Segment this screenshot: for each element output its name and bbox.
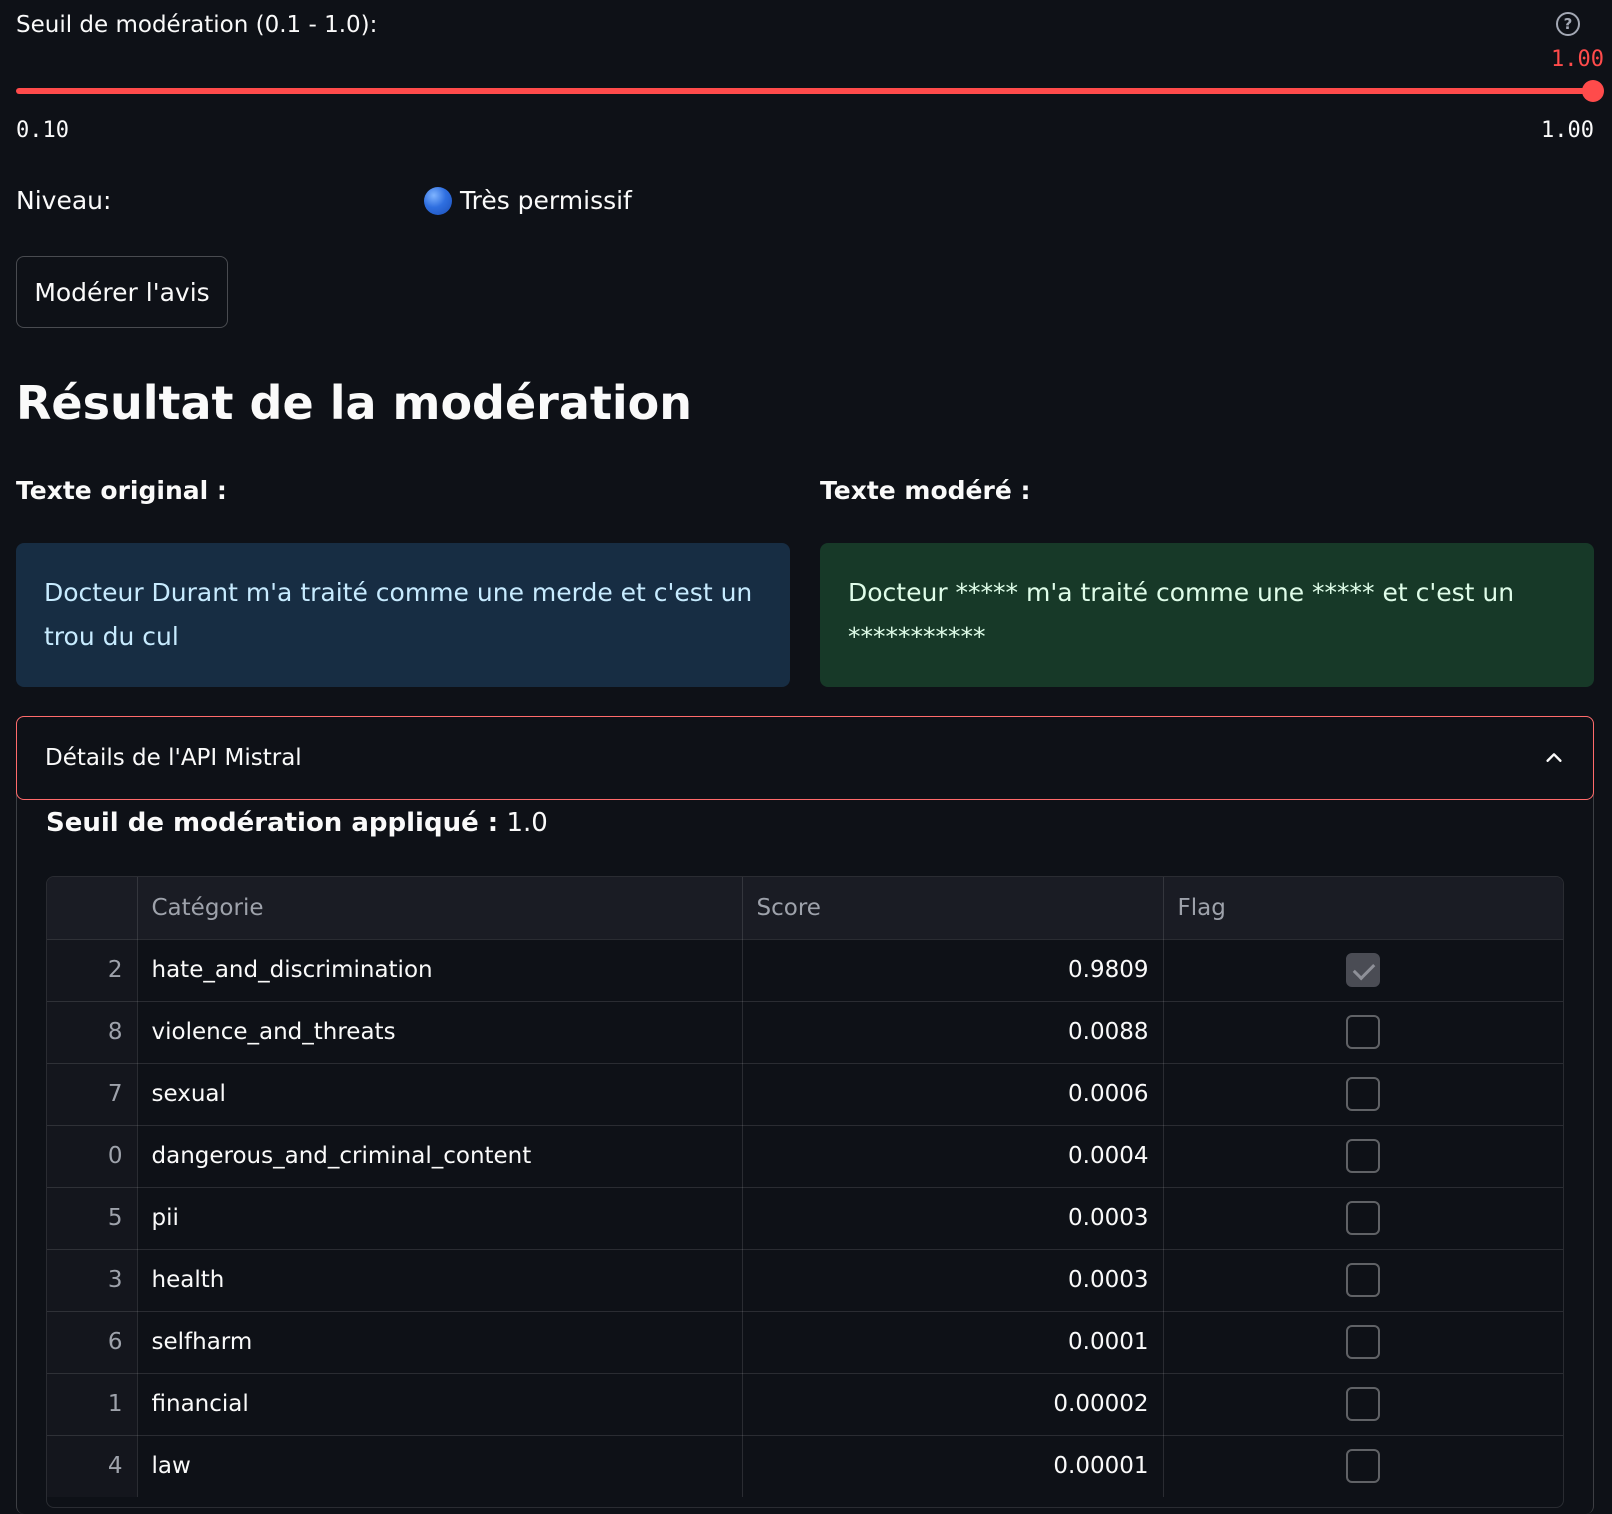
category-header[interactable]: Catégorie — [137, 877, 743, 940]
moderated-text-box: Docteur ***** m'a traité comme une *****… — [820, 543, 1594, 687]
row-index: 7 — [47, 1063, 138, 1126]
flag-checkbox-checked[interactable] — [1346, 953, 1381, 987]
score-cell[interactable]: 0.00001 — [742, 1435, 1164, 1497]
moderation-table[interactable]: Catégorie Score Flag 2 hate_and_discrimin… — [46, 876, 1564, 1508]
original-text-box: Docteur Durant m'a traité comme une merd… — [16, 543, 790, 687]
index-header — [47, 877, 138, 940]
table-header-row: Catégorie Score Flag — [47, 877, 1563, 940]
category-cell[interactable]: selfharm — [137, 1311, 743, 1374]
category-cell[interactable]: health — [137, 1249, 743, 1312]
original-text-label: Texte original : — [16, 476, 227, 505]
moderated-text-label: Texte modéré : — [820, 476, 1031, 505]
category-cell[interactable]: hate_and_discrimination — [137, 939, 743, 1002]
score-cell[interactable]: 0.0001 — [742, 1311, 1164, 1374]
category-cell[interactable]: law — [137, 1435, 743, 1497]
flag-header[interactable]: Flag — [1163, 877, 1563, 940]
flag-checkbox[interactable] — [1346, 1139, 1381, 1173]
niveau-label: Niveau: — [16, 186, 112, 215]
row-index: 1 — [47, 1373, 138, 1436]
category-cell[interactable]: dangerous_and_criminal_content — [137, 1125, 743, 1188]
table-row[interactable]: 4 law 0.00001 — [47, 1435, 1563, 1497]
niveau-value: Très permissif — [424, 186, 632, 215]
flag-checkbox[interactable] — [1346, 1325, 1381, 1359]
flag-checkbox[interactable] — [1346, 1201, 1381, 1235]
score-cell[interactable]: 0.00002 — [742, 1373, 1164, 1436]
flag-checkbox[interactable] — [1346, 1263, 1381, 1297]
flag-cell[interactable] — [1163, 1311, 1563, 1374]
score-cell[interactable]: 0.0003 — [742, 1187, 1164, 1250]
flag-checkbox[interactable] — [1346, 1077, 1381, 1111]
row-index: 8 — [47, 1001, 138, 1064]
table-row[interactable]: 6 selfharm 0.0001 — [47, 1311, 1563, 1374]
applied-threshold: Seuil de modération appliqué : 1.0 — [46, 808, 548, 838]
score-cell[interactable]: 0.9809 — [742, 939, 1164, 1002]
page-title: Résultat de la modération — [16, 376, 693, 430]
blue-circle-icon — [424, 186, 452, 215]
flag-cell[interactable] — [1163, 1001, 1563, 1064]
score-header[interactable]: Score — [742, 877, 1164, 940]
category-cell[interactable]: sexual — [137, 1063, 743, 1126]
table-row[interactable]: 8 violence_and_threats 0.0088 — [47, 1001, 1563, 1064]
category-cell[interactable]: violence_and_threats — [137, 1001, 743, 1064]
row-index: 3 — [47, 1249, 138, 1312]
category-cell[interactable]: financial — [137, 1373, 743, 1436]
row-index: 2 — [47, 939, 138, 1002]
slider-current-value: 1.00 — [1551, 47, 1604, 72]
slider-track[interactable] — [16, 88, 1594, 94]
flag-cell[interactable] — [1163, 1125, 1563, 1188]
table-row[interactable]: 0 dangerous_and_criminal_content 0.0004 — [47, 1125, 1563, 1188]
flag-cell[interactable] — [1163, 939, 1563, 1002]
row-index: 5 — [47, 1187, 138, 1250]
flag-cell[interactable] — [1163, 1063, 1563, 1126]
score-cell[interactable]: 0.0006 — [742, 1063, 1164, 1126]
table-row[interactable]: 2 hate_and_discrimination 0.9809 — [47, 939, 1563, 1002]
chevron-up-icon — [1546, 753, 1562, 762]
score-cell[interactable]: 0.0004 — [742, 1125, 1164, 1188]
expander-title: Détails de l'API Mistral — [45, 745, 302, 771]
flag-cell[interactable] — [1163, 1373, 1563, 1436]
applied-threshold-value: 1.0 — [506, 808, 548, 838]
slider-label: Seuil de modération (0.1 - 1.0): — [16, 12, 378, 38]
slider-thumb[interactable] — [1582, 80, 1604, 102]
row-index: 6 — [47, 1311, 138, 1374]
row-index: 4 — [47, 1435, 138, 1497]
flag-cell[interactable] — [1163, 1187, 1563, 1250]
flag-cell[interactable] — [1163, 1435, 1563, 1497]
slider-min-label: 0.10 — [16, 118, 69, 143]
moderate-button[interactable]: Modérer l'avis — [16, 256, 228, 328]
api-details-expander-header[interactable]: Détails de l'API Mistral — [16, 716, 1594, 800]
flag-cell[interactable] — [1163, 1249, 1563, 1312]
category-cell[interactable]: pii — [137, 1187, 743, 1250]
flag-checkbox[interactable] — [1346, 1015, 1381, 1049]
table-row[interactable]: 3 health 0.0003 — [47, 1249, 1563, 1312]
table-row[interactable]: 5 pii 0.0003 — [47, 1187, 1563, 1250]
score-cell[interactable]: 0.0088 — [742, 1001, 1164, 1064]
table-row[interactable]: 1 financial 0.00002 — [47, 1373, 1563, 1436]
score-cell[interactable]: 0.0003 — [742, 1249, 1164, 1312]
table-row[interactable]: 7 sexual 0.0006 — [47, 1063, 1563, 1126]
flag-checkbox[interactable] — [1346, 1387, 1381, 1421]
row-index: 0 — [47, 1125, 138, 1188]
question-circle-icon[interactable]: ? — [1556, 12, 1580, 36]
flag-checkbox[interactable] — [1346, 1449, 1381, 1484]
niveau-text: Très permissif — [460, 186, 632, 215]
applied-threshold-label: Seuil de modération appliqué : — [46, 808, 499, 838]
slider-max-label: 1.00 — [1541, 118, 1594, 143]
